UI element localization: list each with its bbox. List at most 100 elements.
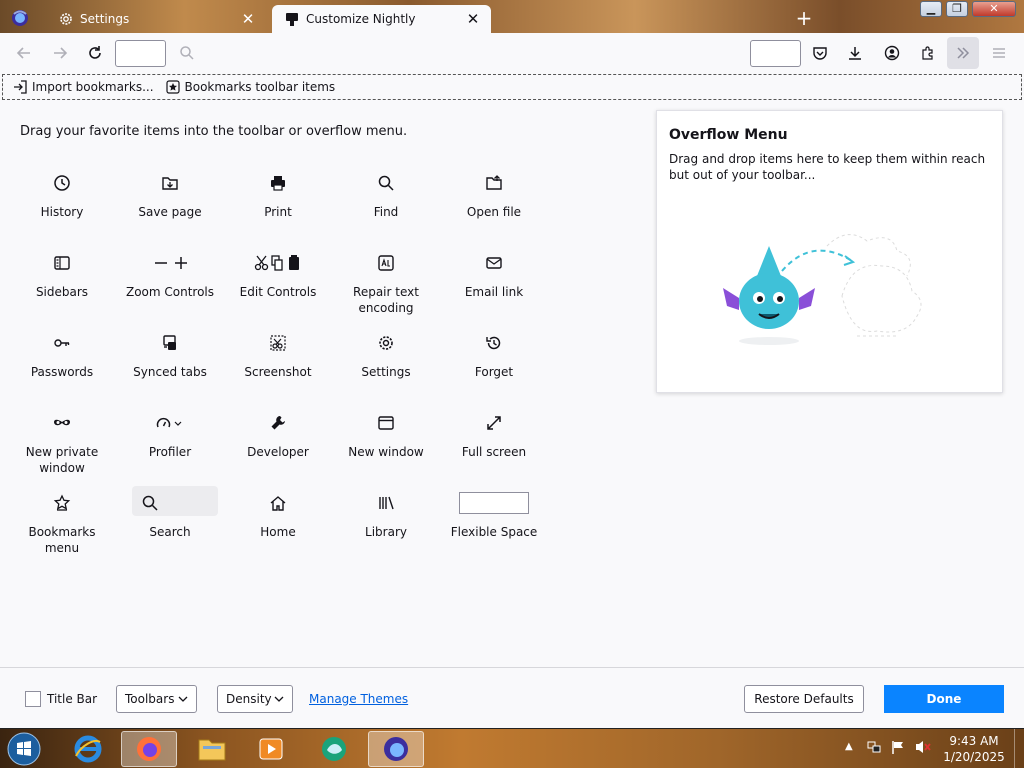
flexible-space-icon: [444, 490, 544, 516]
palette-item-bookmarks-menu[interactable]: Bookmarks menu: [12, 490, 112, 556]
printer-icon: [228, 170, 328, 196]
extensions-icon[interactable]: [912, 37, 944, 69]
palette-item-flexible-space[interactable]: Flexible Space: [444, 490, 544, 540]
done-button[interactable]: Done: [884, 685, 1004, 713]
palette-item-search[interactable]: Search: [120, 486, 220, 540]
home-icon: [228, 490, 328, 516]
item-label: Find: [373, 205, 399, 219]
bookmarks-toolbar-items[interactable]: Bookmarks toolbar items: [165, 80, 335, 94]
item-label: Email link: [464, 285, 524, 299]
close-window-icon[interactable]: ✕: [972, 1, 1016, 17]
item-label: Profiler: [148, 445, 192, 459]
overflow-chevron-icon[interactable]: [947, 37, 979, 69]
item-label: Zoom Controls: [125, 285, 215, 299]
manage-themes-link[interactable]: Manage Themes: [309, 685, 408, 713]
toolbars-dropdown[interactable]: Toolbars: [116, 685, 197, 713]
bookmark-star-icon: [12, 490, 112, 516]
palette-item-settings[interactable]: Settings: [336, 330, 436, 380]
chevron-down-icon: [178, 694, 188, 704]
palette-item-full-screen[interactable]: Full screen: [444, 410, 544, 460]
palette-item-synced-tabs[interactable]: Synced tabs: [120, 330, 220, 380]
palette-item-screenshot[interactable]: Screenshot: [228, 330, 328, 380]
close-tab-icon[interactable]: ✕: [463, 9, 483, 29]
search-bar[interactable]: [750, 40, 801, 67]
density-label: Density: [226, 692, 272, 706]
show-hidden-icons-icon[interactable]: ▲: [845, 741, 853, 752]
customize-footer: Title Bar Toolbars Density Manage Themes…: [0, 667, 1024, 728]
item-label: New private window: [25, 445, 99, 475]
tab-strip: Settings ✕ Customize Nightly ✕ + ▁ ❐ ✕: [0, 0, 1024, 33]
key-icon: [12, 330, 112, 356]
palette-item-profiler[interactable]: Profiler: [120, 410, 220, 460]
search-icon: [171, 37, 203, 69]
tab-customize[interactable]: Customize Nightly ✕: [272, 5, 491, 33]
item-label: History: [40, 205, 84, 219]
chevron-down-icon: [274, 694, 284, 704]
file-explorer-icon[interactable]: [184, 731, 240, 767]
back-icon[interactable]: [8, 37, 40, 69]
close-tab-icon[interactable]: ✕: [238, 9, 258, 29]
palette-item-sidebars[interactable]: Sidebars: [12, 250, 112, 300]
toolbars-label: Toolbars: [125, 692, 175, 706]
restore-defaults-button[interactable]: Restore Defaults: [744, 685, 864, 713]
palette-item-zoom-controls[interactable]: Zoom Controls: [120, 250, 220, 300]
firefox-taskbar-icon[interactable]: [121, 731, 177, 767]
app-icon[interactable]: [306, 731, 362, 767]
item-label: Search: [149, 525, 191, 539]
firefox-nightly-taskbar-icon[interactable]: [368, 731, 424, 767]
item-label: Save page: [138, 205, 202, 219]
tab-settings[interactable]: Settings ✕: [46, 5, 266, 33]
import-bookmarks-label: Import bookmarks...: [32, 80, 154, 94]
palette-item-passwords[interactable]: Passwords: [12, 330, 112, 380]
system-clock[interactable]: 9:43 AM 1/20/2025: [938, 733, 1010, 765]
account-icon[interactable]: [876, 37, 908, 69]
profiler-icon: [120, 410, 220, 436]
palette-item-repair-text-encoding[interactable]: Repair text encoding: [336, 250, 436, 316]
forward-icon[interactable]: [44, 37, 76, 69]
palette-item-new-private-window[interactable]: New private window: [12, 410, 112, 476]
overflow-menu-panel[interactable]: Overflow Menu Drag and drop items here t…: [656, 110, 1003, 393]
app-menu-icon[interactable]: [983, 37, 1015, 69]
library-icon: [336, 490, 436, 516]
palette-item-new-window[interactable]: New window: [336, 410, 436, 460]
volume-muted-icon[interactable]: [914, 739, 932, 755]
import-icon: [13, 80, 27, 94]
palette-item-print[interactable]: Print: [228, 170, 328, 220]
pocket-icon[interactable]: [804, 37, 836, 69]
palette-item-edit-controls[interactable]: Edit Controls: [228, 250, 328, 300]
internet-explorer-icon[interactable]: [60, 731, 116, 767]
windows-taskbar: ▲ 9:43 AM 1/20/2025: [0, 728, 1024, 768]
palette-item-developer[interactable]: Developer: [228, 410, 328, 460]
action-center-flag-icon[interactable]: [890, 739, 906, 755]
synced-tabs-icon: [120, 330, 220, 356]
palette-item-library[interactable]: Library: [336, 490, 436, 540]
network-icon[interactable]: [866, 739, 882, 755]
minimize-icon[interactable]: ▁: [920, 1, 942, 17]
media-player-icon[interactable]: [243, 731, 299, 767]
palette-item-history[interactable]: History: [12, 170, 112, 220]
palette-item-find[interactable]: Find: [336, 170, 436, 220]
palette-item-forget[interactable]: Forget: [444, 330, 544, 380]
start-button-icon[interactable]: [0, 731, 48, 767]
title-bar-checkbox[interactable]: [25, 691, 41, 707]
title-bar-toggle[interactable]: Title Bar: [25, 685, 97, 713]
address-bar[interactable]: [115, 40, 166, 67]
item-label: Home: [260, 525, 296, 539]
item-label: Synced tabs: [133, 365, 207, 379]
import-bookmarks-button[interactable]: Import bookmarks...: [13, 80, 154, 94]
show-desktop-button[interactable]: [1014, 729, 1024, 768]
palette-item-home[interactable]: Home: [228, 490, 328, 540]
palette-item-save-page[interactable]: Save page: [120, 170, 220, 220]
reload-icon[interactable]: [79, 37, 111, 69]
wrench-icon: [228, 410, 328, 436]
search-icon: [120, 486, 220, 516]
item-label: Screenshot: [244, 365, 312, 379]
gear-icon: [336, 330, 436, 356]
download-icon[interactable]: [839, 37, 871, 69]
density-dropdown[interactable]: Density: [217, 685, 293, 713]
palette-item-open-file[interactable]: Open file: [444, 170, 544, 220]
new-tab-icon[interactable]: +: [794, 8, 814, 28]
restore-icon[interactable]: ❐: [946, 1, 968, 17]
firefox-nightly-icon[interactable]: [10, 8, 30, 28]
palette-item-email-link[interactable]: Email link: [444, 250, 544, 300]
